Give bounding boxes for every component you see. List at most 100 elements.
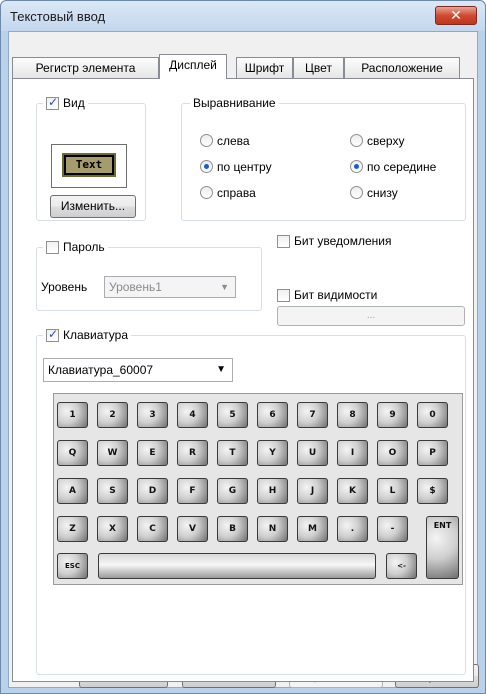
view-label: Вид — [63, 96, 85, 110]
key-0-0: 1 — [57, 402, 88, 428]
visibility-bit-checkbox[interactable] — [277, 288, 290, 302]
key-3-1: X — [97, 516, 128, 542]
align-top-radio-icon — [350, 134, 363, 147]
alignment-group: Выравнивание слева по центру справа свер… — [181, 96, 466, 221]
visibility-bit-option[interactable]: Бит видимости — [277, 288, 377, 302]
align-top-radio[interactable]: сверху — [350, 134, 404, 148]
chevron-down-icon: ▼ — [216, 364, 226, 375]
preview-text: Text — [66, 157, 112, 173]
tab-color[interactable]: Цвет — [293, 57, 344, 79]
key-3-5: N — [257, 516, 288, 542]
key-0-4: 5 — [217, 402, 248, 428]
visibility-bit-label: Бит видимости — [294, 288, 378, 302]
key-1-1: W — [97, 440, 128, 466]
key-1-3: R — [177, 440, 208, 466]
key-esc: ESC — [57, 553, 88, 579]
key-2-0: A — [57, 478, 88, 504]
key-2-9: $ — [417, 478, 448, 504]
align-bottom-radio[interactable]: снизу — [350, 186, 398, 200]
notify-bit-checkbox[interactable] — [277, 234, 290, 248]
keyboard-preview: 1 2 3 4 5 6 7 8 9 0 Q W E R T Y U I O P A S D F G H J K L $ Z X C V B N M. - … — [53, 393, 463, 585]
change-button[interactable]: Изменить... — [50, 195, 136, 218]
key-1-8: O — [377, 440, 408, 466]
password-group: Пароль Уровень Уровень1 ▼ — [36, 240, 262, 311]
key-0-6: 7 — [297, 402, 328, 428]
key-1-2: E — [137, 440, 168, 466]
align-top-label: сверху — [367, 134, 405, 148]
key-2-7: K — [337, 478, 368, 504]
title-bar: Текстовый ввод ✕ — [1, 1, 485, 31]
chevron-down-icon: ▼ — [220, 282, 229, 292]
key-0-8: 9 — [377, 402, 408, 428]
alignment-legend: Выравнивание — [190, 96, 279, 110]
key-1-6: U — [297, 440, 328, 466]
align-middle-label: по середине — [367, 160, 437, 174]
key-3-0: Z — [57, 516, 88, 542]
align-left-label: слева — [217, 134, 250, 148]
key-enter: ENT — [426, 516, 459, 579]
keyboard-legend: Клавиатура — [43, 327, 131, 342]
key-2-6: J — [297, 478, 328, 504]
view-preview: Text — [51, 144, 127, 188]
key-3-7: . — [337, 516, 368, 542]
level-select-value: Уровень1 — [109, 280, 162, 294]
key-2-4: G — [217, 478, 248, 504]
keyboard-select-value: Клавиатура_60007 — [48, 363, 154, 377]
notify-bit-label: Бит уведомления — [294, 234, 392, 248]
password-checkbox[interactable] — [46, 240, 59, 254]
key-space — [98, 553, 376, 579]
align-right-radio-icon — [200, 186, 213, 199]
align-bottom-radio-icon — [350, 186, 363, 199]
key-2-5: H — [257, 478, 288, 504]
key-0-1: 2 — [97, 402, 128, 428]
key-3-2: C — [137, 516, 168, 542]
key-3-6: M — [297, 516, 328, 542]
preview-frame: Text — [62, 153, 116, 177]
key-1-7: I — [337, 440, 368, 466]
key-3-4: B — [217, 516, 248, 542]
key-1-0: Q — [57, 440, 88, 466]
tab-display[interactable]: Дисплей — [159, 54, 227, 79]
key-2-1: S — [97, 478, 128, 504]
align-middle-radio-icon — [350, 160, 363, 173]
align-right-radio[interactable]: справа — [200, 186, 256, 200]
keyboard-select[interactable]: Клавиатура_60007 ▼ — [43, 358, 233, 382]
keyboard-label: Клавиатура — [63, 328, 128, 342]
view-legend: Вид — [43, 95, 88, 110]
key-3-8: - — [377, 516, 408, 542]
align-left-radio[interactable]: слева — [200, 134, 250, 148]
password-legend: Пароль — [43, 240, 108, 254]
window-title: Текстовый ввод — [10, 9, 106, 24]
key-1-4: T — [217, 440, 248, 466]
key-backspace: <- — [386, 553, 417, 579]
visibility-bit-button[interactable]: ... — [277, 306, 465, 326]
level-select[interactable]: Уровень1 ▼ — [104, 276, 236, 298]
key-0-7: 8 — [337, 402, 368, 428]
key-1-5: Y — [257, 440, 288, 466]
key-0-2: 3 — [137, 402, 168, 428]
align-center-label: по центру — [217, 160, 272, 174]
key-0-9: 0 — [417, 402, 448, 428]
level-label: Уровень — [41, 280, 88, 294]
key-2-3: F — [177, 478, 208, 504]
align-center-radio[interactable]: по центру — [200, 160, 272, 174]
tab-font[interactable]: Шрифт — [236, 57, 293, 79]
tab-element-register[interactable]: Регистр элемента — [12, 57, 159, 79]
key-3-3: V — [177, 516, 208, 542]
dialog-window: Текстовый ввод ✕ Регистр элемента Диспле… — [0, 0, 486, 694]
key-0-3: 4 — [177, 402, 208, 428]
view-checkbox[interactable] — [46, 95, 59, 110]
align-right-label: справа — [217, 186, 256, 200]
tab-layout[interactable]: Расположение — [344, 57, 460, 79]
key-2-8: L — [377, 478, 408, 504]
password-label: Пароль — [63, 240, 105, 254]
dialog-client-area: Регистр элемента Дисплей Шрифт Цвет Расп… — [8, 31, 479, 688]
close-button[interactable]: ✕ — [435, 6, 477, 25]
alignment-label: Выравнивание — [193, 96, 276, 110]
keyboard-checkbox[interactable] — [46, 327, 59, 342]
align-middle-radio[interactable]: по середине — [350, 160, 436, 174]
align-left-radio-icon — [200, 134, 213, 147]
notify-bit-option[interactable]: Бит уведомления — [277, 234, 392, 248]
display-tab-panel: Вид Text Изменить... Выравнивание слева — [12, 78, 474, 682]
align-center-radio-icon — [200, 160, 213, 173]
